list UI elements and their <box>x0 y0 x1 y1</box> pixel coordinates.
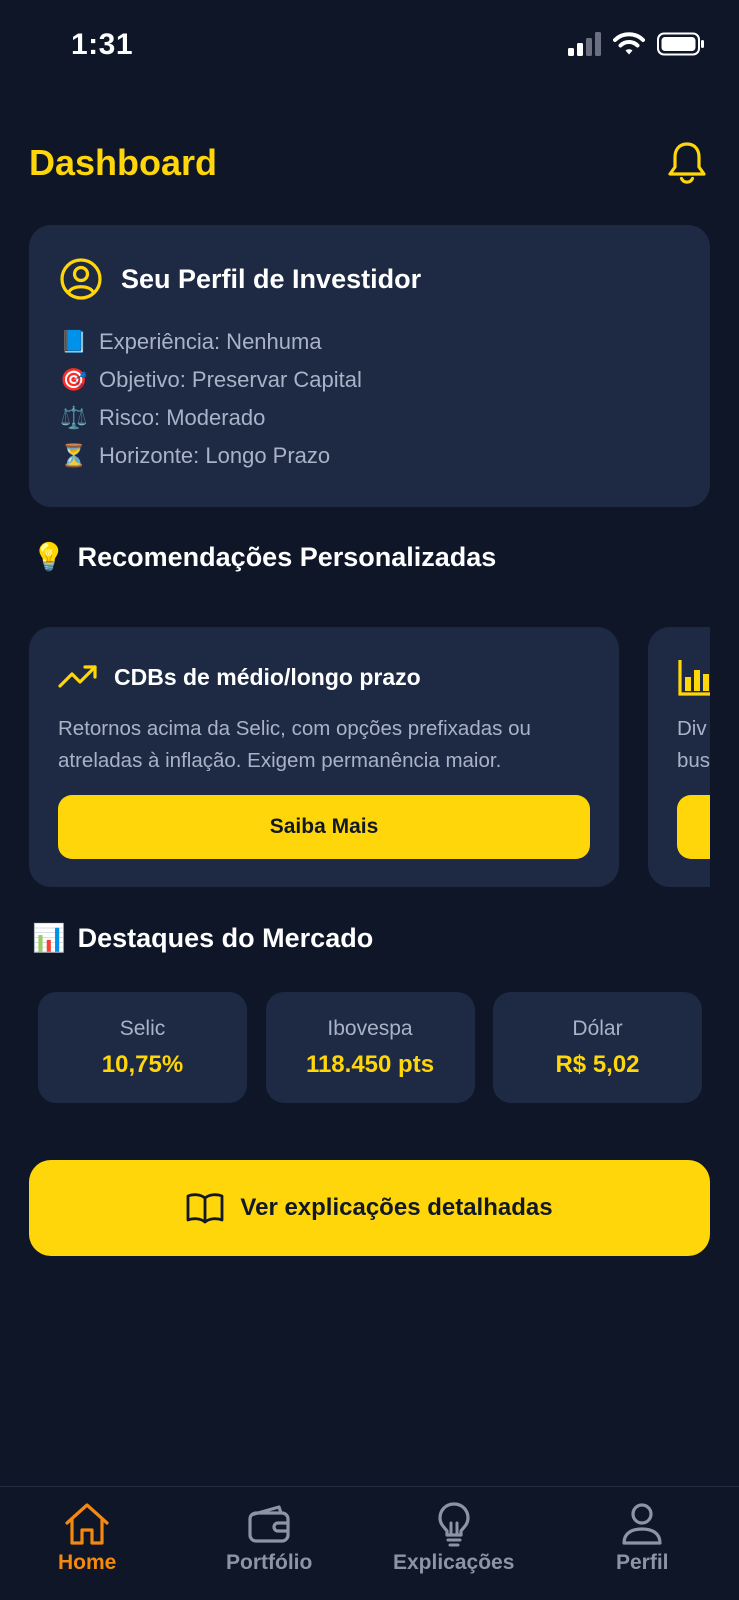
page-title: Dashboard <box>29 142 218 183</box>
nav-label: Home <box>58 1551 117 1574</box>
bar-chart-icon <box>678 660 710 696</box>
lightbulb-emoji-icon: 💡 <box>32 542 66 572</box>
market-highlights: Selic 10,75% Ibovespa 118.450 pts Dólar … <box>38 992 702 1103</box>
profile-title: Seu Perfil de Investidor <box>121 263 422 294</box>
book-emoji-icon: 📘 <box>60 329 88 354</box>
profile-line-text: Horizonte: Longo Prazo <box>99 443 331 468</box>
market-card-selic: Selic 10,75% <box>38 992 247 1103</box>
recommendations-carousel[interactable]: CDBs de médio/longo prazo Retornos acima… <box>29 627 710 887</box>
market-value: R$ 5,02 <box>555 1050 640 1078</box>
profile-line-text: Objetivo: Preservar Capital <box>99 367 362 392</box>
profile-objective: 🎯 Objetivo: Preservar Capital <box>59 361 680 399</box>
profile-line-text: Experiência: Nenhuma <box>99 329 322 354</box>
recommendation-title: CDBs de médio/longo prazo <box>114 663 421 690</box>
chart-emoji-icon: 📊 <box>32 923 66 953</box>
lightbulb-icon <box>438 1502 470 1547</box>
recommendation-description: Retornos acima da Selic, com opções pref… <box>58 713 590 779</box>
profile-horizon: ⏳ Horizonte: Longo Prazo <box>59 437 680 475</box>
user-circle-icon <box>60 258 102 300</box>
cellular-signal-icon <box>568 32 601 56</box>
description-line: Retornos acima da Selic, com opções pref… <box>58 717 531 740</box>
status-bar: 1:31 <box>0 0 739 95</box>
recommendation-card-header <box>677 657 710 697</box>
nav-item-explanations[interactable]: Explicações <box>393 1501 514 1575</box>
status-time: 1:31 <box>71 28 134 61</box>
profile-experience: 📘 Experiência: Nenhuma <box>59 323 680 361</box>
home-icon <box>65 1503 109 1545</box>
wallet-icon <box>248 1505 290 1543</box>
recommendations-heading: 💡 Recomendações Personalizadas <box>32 541 496 573</box>
nav-item-home[interactable]: Home <box>58 1501 116 1575</box>
dashboard-screen: 1:31 Dashboard Seu Perfil de Investidor … <box>0 0 739 1600</box>
nav-item-profile[interactable]: Perfil <box>616 1501 669 1575</box>
scales-emoji-icon: ⚖️ <box>60 405 88 430</box>
trending-up-icon <box>58 665 97 688</box>
nav-item-portfolio[interactable]: Portfólio <box>226 1501 312 1575</box>
nav-label: Perfil <box>616 1551 669 1574</box>
market-title: Destaques do Mercado <box>77 922 374 953</box>
bell-icon <box>668 142 706 184</box>
description-line: bus <box>677 749 710 772</box>
detailed-explanations-button[interactable]: Ver explicações detalhadas <box>29 1160 710 1256</box>
hourglass-emoji-icon: ⏳ <box>60 443 88 468</box>
profile-card-header: Seu Perfil de Investidor <box>59 257 680 301</box>
battery-icon <box>657 32 704 56</box>
target-emoji-icon: 🎯 <box>60 367 88 392</box>
notifications-button[interactable] <box>664 138 710 188</box>
profile-risk: ⚖️ Risco: Moderado <box>59 399 680 437</box>
learn-more-button[interactable] <box>677 795 710 859</box>
investor-profile-card: Seu Perfil de Investidor 📘 Experiência: … <box>29 225 710 507</box>
learn-more-button[interactable]: Saiba Mais <box>58 795 590 859</box>
market-label: Selic <box>119 1016 166 1040</box>
book-open-icon <box>187 1193 224 1224</box>
description-line: atreladas à inflação. Exigem permanência… <box>58 749 502 772</box>
status-icons <box>568 32 705 56</box>
market-card-ibovespa: Ibovespa 118.450 pts <box>265 992 475 1103</box>
description-line: Div <box>677 717 707 740</box>
market-value: 10,75% <box>101 1050 184 1078</box>
header: Dashboard <box>29 138 710 188</box>
user-icon <box>622 1503 662 1545</box>
market-label: Ibovespa <box>327 1016 413 1040</box>
market-card-dollar: Dólar R$ 5,02 <box>493 992 702 1103</box>
detailed-explanations-label: Ver explicações detalhadas <box>240 1194 553 1221</box>
nav-label: Portfólio <box>226 1551 313 1574</box>
market-value: 118.450 pts <box>305 1050 435 1078</box>
market-label: Dólar <box>572 1016 623 1040</box>
recommendation-card-header: CDBs de médio/longo prazo <box>58 657 590 697</box>
recommendation-card[interactable]: Div bus <box>648 627 710 887</box>
bottom-navigation: Home Portfólio Explicações Perfil <box>0 1486 739 1600</box>
recommendations-title: Recomendações Personalizadas <box>77 541 497 572</box>
wifi-icon <box>613 32 645 55</box>
profile-line-text: Risco: Moderado <box>99 405 266 430</box>
recommendation-card: CDBs de médio/longo prazo Retornos acima… <box>29 627 619 887</box>
recommendation-description: Div bus <box>677 713 710 779</box>
market-heading: 📊 Destaques do Mercado <box>32 922 373 954</box>
nav-label: Explicações <box>393 1551 515 1574</box>
